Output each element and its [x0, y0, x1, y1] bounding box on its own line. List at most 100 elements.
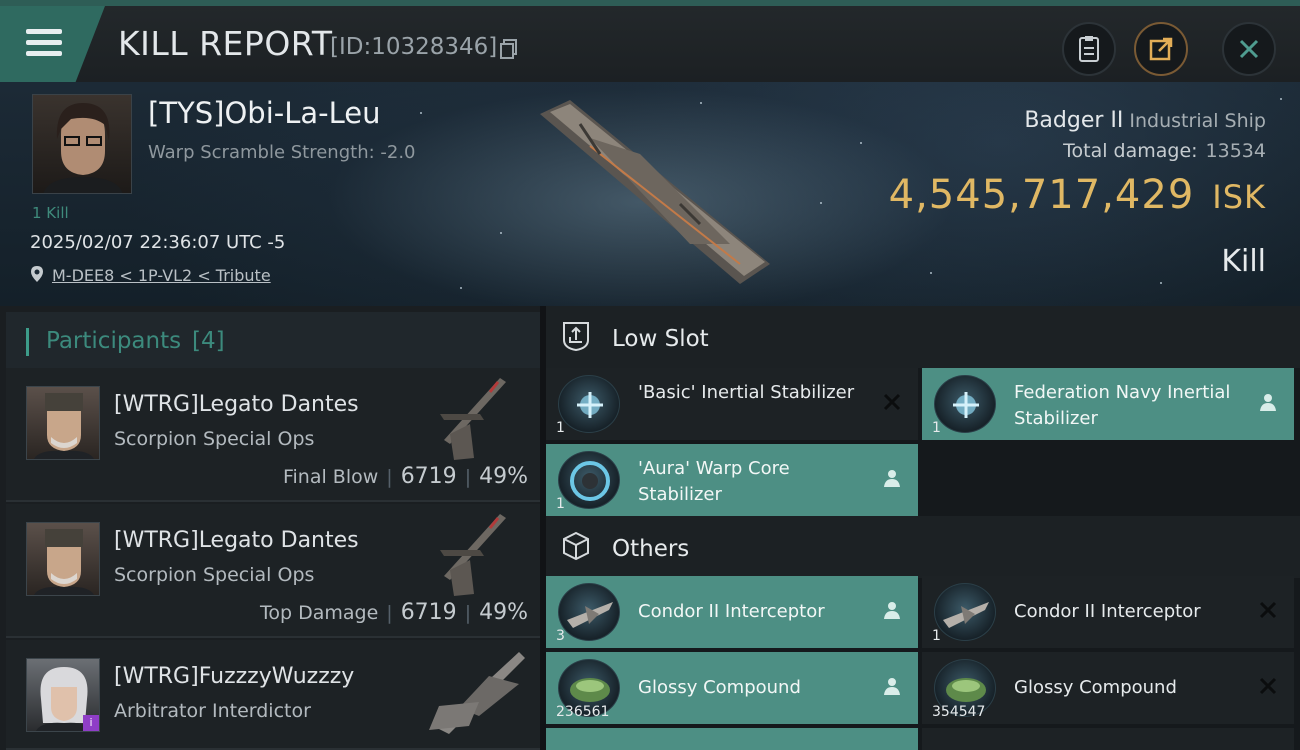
warp-scramble-strength: Warp Scramble Strength: -2.0 [148, 142, 416, 163]
item-quantity: 1 [556, 420, 565, 436]
victim-avatar[interactable] [32, 94, 132, 194]
person-icon [884, 602, 900, 619]
participant-ship: Arbitrator Interdictor [114, 700, 311, 722]
item-name: Condor II Interceptor [638, 601, 825, 622]
item-tile[interactable]: 236561 Glossy Compound [546, 652, 918, 724]
ship-name[interactable]: Badger II [1024, 108, 1123, 133]
destroyed-icon [1259, 677, 1277, 695]
item-tile[interactable]: 1 'Aura' Warp Core Stabilizer [546, 444, 918, 516]
person-icon [1260, 394, 1276, 411]
item-quantity: 1 [932, 628, 941, 644]
participant-name[interactable]: [WTRG]Legato Dantes [114, 392, 359, 417]
participant-ship-image [440, 378, 506, 460]
copy-icon[interactable] [500, 39, 518, 59]
item-name: 'Aura' Warp Core Stabilizer [638, 458, 790, 505]
total-damage: Total damage: 13534 [1063, 140, 1266, 162]
person-icon [884, 470, 900, 487]
participant-row[interactable]: [WTRG]Legato Dantes Scorpion Special Ops… [6, 368, 540, 502]
participant-percent: 49% [479, 464, 528, 489]
items-panel: Low Slot 1 'Basic' Inertial Stabilizer 1… [546, 306, 1300, 750]
participants-count: [4] [192, 328, 225, 354]
avatar[interactable] [26, 386, 100, 460]
close-icon [1239, 39, 1259, 59]
participant-row[interactable]: i [WTRG]FuzzzyWuzzzy Arbitrator Interdic… [6, 640, 540, 750]
page-title: KILL REPORT [118, 24, 333, 63]
participant-row[interactable]: [WTRG]Legato Dantes Scorpion Special Ops… [6, 504, 540, 638]
menu-button[interactable] [0, 6, 105, 82]
item-quantity: 1 [556, 496, 565, 512]
participants-title: Participants [46, 328, 182, 354]
header-accent [26, 328, 29, 356]
ship-class: Industrial Ship [1129, 110, 1266, 132]
avatar[interactable] [26, 522, 100, 596]
item-name: 'Basic' Inertial Stabilizer [638, 382, 855, 403]
warp-core-stabilizer-icon [558, 451, 620, 509]
item-name: Condor II Interceptor [1014, 601, 1201, 622]
participant-name[interactable]: [WTRG]Legato Dantes [114, 528, 359, 553]
participant-ship: Scorpion Special Ops [114, 428, 315, 450]
victim-ship-image [540, 100, 770, 284]
others-title: Others [612, 536, 690, 562]
victim-name[interactable]: [TYS]Obi-La-Leu [148, 96, 380, 130]
victim-panel: [TYS]Obi-La-Leu Warp Scramble Strength: … [0, 82, 1300, 306]
isk-unit: ISK [1212, 178, 1266, 216]
participant-ship: Scorpion Special Ops [114, 564, 315, 586]
participants-header: Participants [4] [6, 312, 540, 368]
isk-amount: 4,545,717,429 [888, 172, 1195, 218]
share-icon [1149, 37, 1173, 61]
top-bar: KILL REPORT [ID:10328346] [0, 0, 1300, 82]
participant-name[interactable]: [WTRG]FuzzzyWuzzzy [114, 664, 354, 689]
kill-id: [ID:10328346] [330, 34, 498, 60]
person-icon [884, 678, 900, 695]
low-slot-icon [563, 322, 589, 352]
total-damage-value: 13534 [1205, 140, 1266, 162]
item-quantity: 3 [556, 628, 565, 644]
close-button[interactable] [1222, 22, 1276, 76]
item-tile[interactable]: 1 'Basic' Inertial Stabilizer [546, 368, 918, 440]
inertial-stabilizer-icon [558, 375, 620, 433]
hamburger-icon-bar [26, 40, 62, 45]
item-tile[interactable]: 1 Federation Navy Inertial Stabilizer [922, 368, 1294, 440]
item-tile[interactable]: 3 Condor II Interceptor [546, 576, 918, 648]
item-name: Glossy Compound [1014, 677, 1177, 698]
destroyed-icon [883, 393, 901, 411]
participant-ship-image [440, 514, 506, 596]
kill-datetime: 2025/02/07 22:36:07 UTC -5 [30, 232, 286, 253]
item-tile-partial[interactable] [922, 728, 1294, 750]
item-name: Federation Navy Inertial Stabilizer [1014, 382, 1231, 429]
ship-icon [934, 583, 996, 641]
hamburger-icon-bar [26, 51, 62, 56]
others-header: Others [546, 516, 1300, 578]
clipboard-icon [1079, 36, 1099, 62]
item-quantity: 1 [932, 420, 941, 436]
isk-value: 4,545,717,429 ISK [889, 172, 1266, 218]
avatar[interactable]: i [26, 658, 100, 732]
participant-role: Top Damage [260, 602, 379, 624]
item-quantity: 354547 [932, 704, 986, 720]
participant-damage: 6719 [400, 464, 457, 489]
participant-percent: 49% [479, 600, 528, 625]
pilot-badge-icon: i [83, 715, 99, 731]
cargo-box-icon [563, 531, 589, 561]
participant-stats: Final Blow | 6719 | 49% [282, 464, 528, 489]
share-button[interactable] [1134, 22, 1188, 76]
result-label: Kill [1221, 244, 1266, 279]
item-tile[interactable]: 354547 Glossy Compound [922, 652, 1294, 724]
ship-icon [558, 583, 620, 641]
victim-ship-name: Badger II Industrial Ship [1024, 108, 1266, 133]
kill-location-link[interactable]: M-DEE8 < 1P-VL2 < Tribute [52, 266, 271, 285]
item-name: Glossy Compound [638, 677, 801, 698]
item-tile[interactable]: 1 Condor II Interceptor [922, 576, 1294, 648]
participants-panel: Participants [4] [WTRG]Legato Dantes Sco… [0, 306, 540, 750]
hamburger-icon [26, 29, 62, 34]
inertial-stabilizer-icon [934, 375, 996, 433]
clipboard-button[interactable] [1062, 22, 1116, 76]
location-pin-icon [31, 266, 43, 282]
destroyed-icon [1259, 601, 1277, 619]
participant-damage: 6719 [400, 600, 457, 625]
item-quantity: 236561 [556, 704, 610, 720]
total-damage-label: Total damage: [1063, 140, 1198, 162]
item-tile-partial[interactable] [546, 728, 918, 750]
low-slot-header: Low Slot [546, 306, 1300, 368]
participant-stats: Top Damage | 6719 | 49% [260, 600, 528, 625]
